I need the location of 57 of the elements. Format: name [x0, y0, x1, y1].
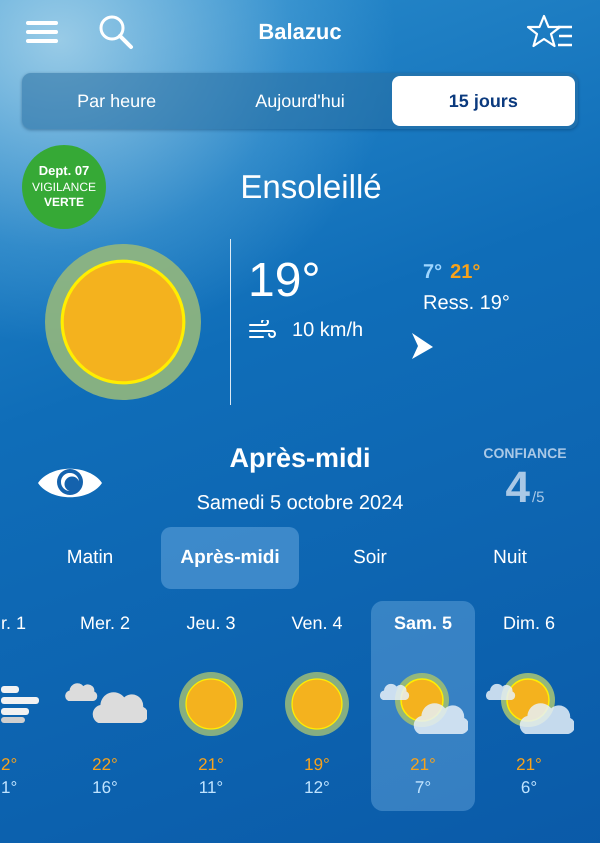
day-min-temperature: 12°	[304, 776, 330, 799]
day-column[interactable]: Jeu. 3 21° 11°	[159, 601, 263, 811]
day-max-temperature: 19°	[304, 754, 330, 776]
vigilance-label: VIGILANCE	[32, 180, 96, 194]
condition-text: Ensoleillé	[239, 168, 383, 206]
max-temperature: 21°	[450, 261, 480, 284]
day-column[interactable]: r. 1 2° 1°	[1, 601, 51, 811]
day-label: Dim. 6	[502, 613, 555, 634]
day-column[interactable]: Dim. 6 21° 6°	[477, 601, 581, 811]
star-list-icon	[526, 14, 574, 50]
day-max-temperature: 21°	[410, 754, 436, 776]
day-min-temperature: 6°	[520, 776, 538, 799]
sun-icon	[285, 672, 349, 736]
period-title: Après-midi	[229, 443, 371, 474]
view-tab[interactable]: 15 jours	[392, 76, 575, 126]
period-tab[interactable]: Nuit	[441, 527, 579, 589]
wind-speed: 10 km/h	[292, 319, 364, 342]
search-icon	[98, 14, 134, 50]
day-label: r. 1	[1, 613, 26, 634]
feels-like: Ress. 19°	[423, 292, 511, 315]
sun-icon	[179, 672, 243, 736]
day-max-temperature: 21°	[516, 754, 542, 776]
forecast-date: Samedi 5 octobre 2024	[196, 492, 404, 515]
min-temperature: 7°	[423, 261, 442, 284]
sun-cloud-icon	[378, 672, 468, 736]
menu-icon	[26, 21, 58, 43]
favorites-button[interactable]	[526, 14, 574, 50]
current-temperature: 19°	[248, 257, 322, 305]
sun-cloud-icon	[484, 672, 574, 736]
day-max-temperature: 2°	[1, 754, 18, 776]
vigilance-level: VERTE	[44, 196, 84, 210]
day-min-temperature: 7°	[414, 776, 432, 799]
day-label: Ven. 4	[291, 613, 343, 634]
period-tab[interactable]: Après-midi	[161, 527, 299, 589]
day-column[interactable]: Mer. 2 22° 16°	[53, 601, 157, 811]
period-tab[interactable]: Soir	[301, 527, 439, 589]
wind-direction-icon	[411, 333, 433, 359]
view-tab[interactable]: Aujourd'hui	[208, 76, 392, 126]
day-min-temperature: 11°	[198, 776, 224, 799]
vigilance-badge[interactable]: Dept. 07 VIGILANCE VERTE	[22, 145, 106, 229]
vigilance-dept: Dept. 07	[38, 164, 90, 179]
day-max-temperature: 22°	[92, 754, 118, 776]
day-column[interactable]: Ven. 4 19° 12°	[265, 601, 369, 811]
day-label: Sam. 5	[394, 613, 452, 634]
day-column[interactable]: Sam. 5 21° 7°	[371, 601, 475, 811]
day-label: Mer. 2	[80, 613, 130, 634]
view-tab[interactable]: Par heure	[25, 76, 208, 126]
day-min-temperature: 1°	[1, 776, 18, 799]
period-tab[interactable]: Matin	[21, 527, 159, 589]
sun-icon	[45, 244, 201, 400]
confidence-label: CONFIANCE	[483, 445, 567, 461]
day-min-temperature: 16°	[92, 776, 118, 799]
day-label: Jeu. 3	[186, 613, 236, 634]
confidence-value: 4	[506, 463, 530, 513]
city-title: Balazuc	[257, 19, 343, 45]
day-max-temperature: 21°	[198, 754, 224, 776]
confidence-scale: /5	[532, 489, 544, 506]
